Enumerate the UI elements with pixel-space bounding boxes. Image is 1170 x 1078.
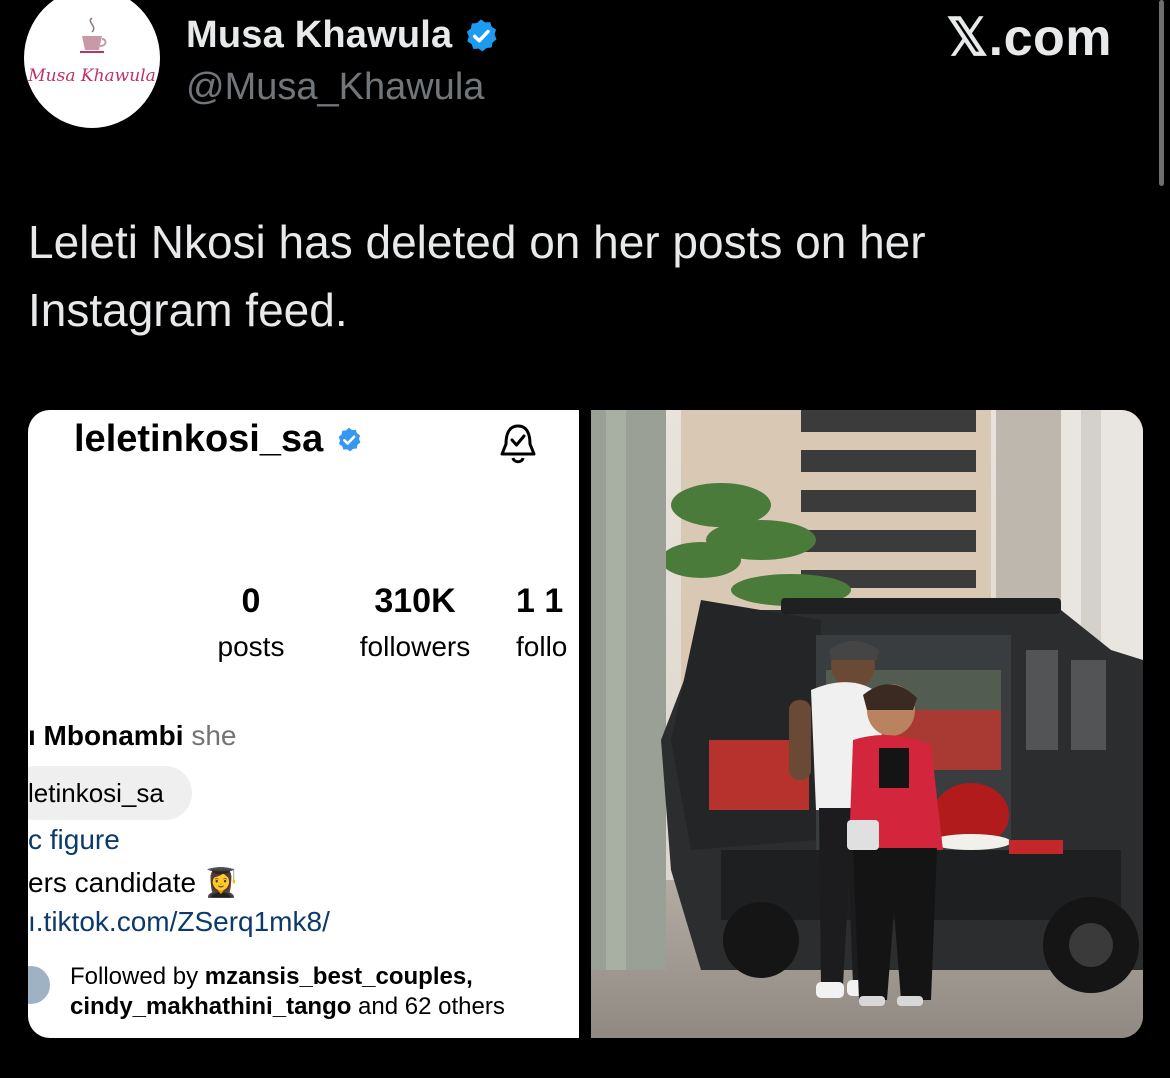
instagram-profile-screenshot[interactable]: leletinkosi_sa 0 posts 310K followers 1 … — [28, 410, 579, 1038]
ig-stat-value: 310K — [374, 582, 456, 620]
followed-by-suffix: and 62 others — [351, 993, 505, 1020]
ig-bio-line: ers candidate 👩‍🎓 — [28, 867, 239, 898]
ig-username-row: leletinkosi_sa — [74, 418, 363, 461]
ig-stat-following: 1 1 follo — [516, 582, 579, 663]
ig-full-name: ı Mbonambi — [28, 720, 184, 751]
author-display-name[interactable]: Musa Khawula — [186, 14, 452, 57]
ig-stat-value: 0 — [241, 582, 261, 620]
followed-by-prefix: Followed by — [70, 963, 205, 990]
ig-verified-badge-icon — [338, 427, 361, 451]
follower-avatar — [28, 964, 52, 1006]
x-com-watermark: 𝕏.com — [946, 9, 1112, 67]
tweet-text-line-1: Leleti Nkosi has deleted on her posts on… — [28, 216, 926, 268]
scrollbar[interactable] — [1159, 0, 1164, 186]
ig-category: c figure — [28, 824, 120, 855]
ig-stat-label: followers — [359, 631, 471, 662]
photo-illustration — [591, 410, 1143, 1038]
author-name-row[interactable]: Musa Khawula — [186, 14, 500, 57]
ig-stat-followers: 310K followers — [348, 582, 482, 663]
verified-badge-icon — [467, 18, 497, 51]
ig-username: leletinkosi_sa — [74, 418, 324, 460]
ig-stat-posts: 0 posts — [204, 582, 298, 663]
ig-stat-value: 1 1 — [516, 582, 564, 620]
ig-stat-label: follo — [516, 631, 568, 662]
teacup-logo-icon — [80, 17, 107, 53]
ig-pronoun: she — [191, 720, 237, 751]
notification-bell-icon — [500, 424, 536, 464]
author-avatar[interactable]: Musa Khawula — [24, 0, 160, 128]
threads-handle: letinkosi_sa — [28, 777, 164, 808]
tweet-text-line-2: Instagram feed. — [28, 284, 348, 336]
ig-stat-label: posts — [217, 631, 285, 662]
author-handle[interactable]: @Musa_Khawula — [186, 66, 484, 109]
avatar-logo-text: Musa Khawula — [28, 66, 156, 86]
followed-by-user-2: cindy_makhathini_tango — [70, 993, 352, 1020]
threads-handle-pill: letinkosi_sa — [28, 766, 192, 820]
ig-bio-link: ı.tiktok.com/ZSerq1mk8/ — [28, 906, 330, 937]
tweet-text: Leleti Nkosi has deleted on her posts on… — [28, 208, 1128, 344]
ig-bio-name: ı Mbonambi she — [28, 720, 236, 752]
couple-suv-photo[interactable] — [591, 410, 1143, 1038]
tweet-media-grid[interactable]: leletinkosi_sa 0 posts 310K followers 1 … — [28, 410, 1143, 1038]
followed-by-user-1: mzansis_best_couples, — [204, 963, 473, 990]
ig-followed-by: Followed by mzansis_best_couples, cindy_… — [70, 962, 505, 1022]
